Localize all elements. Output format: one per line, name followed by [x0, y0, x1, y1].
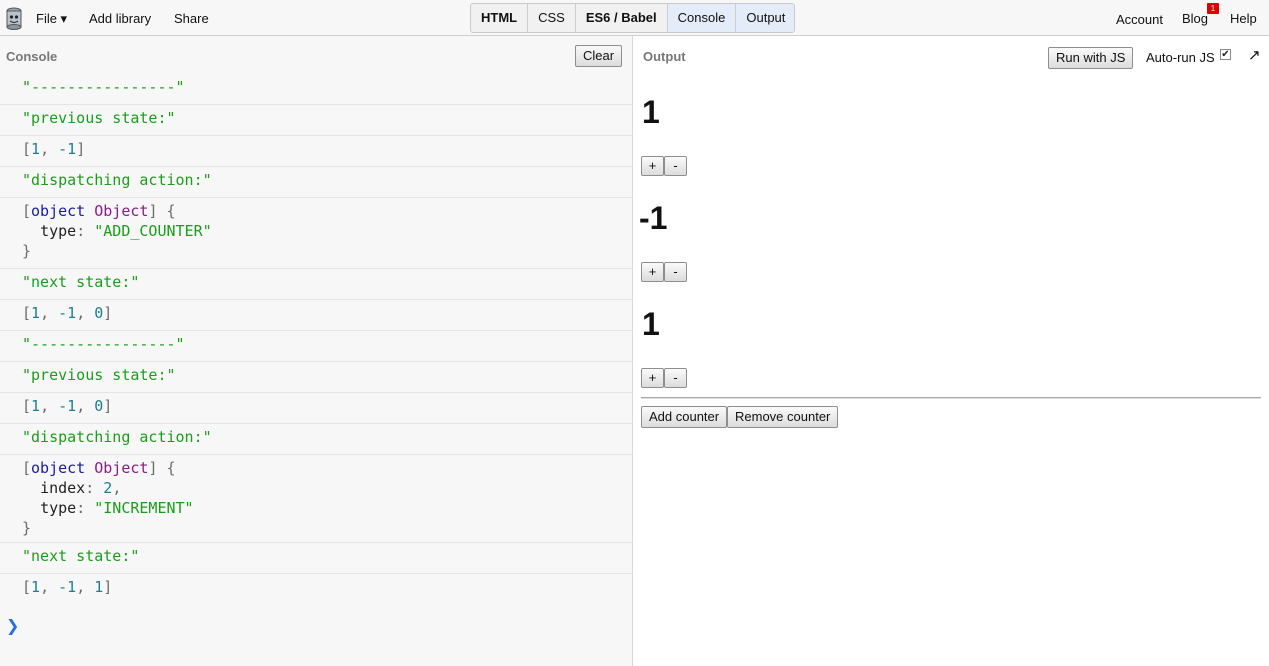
log-array-value: 1 [31, 140, 41, 158]
log-object-value: 2 [103, 479, 113, 497]
tab-es6-babel[interactable]: ES6 / Babel [576, 4, 668, 32]
top-bar: File ▾ Add library Share HTML CSS ES6 / … [0, 0, 1269, 36]
increment-button[interactable]: + [641, 368, 664, 388]
log-array-value: 1 [31, 578, 41, 596]
log-string: "dispatching action:" [22, 428, 212, 446]
console-panel-title: Console [6, 49, 58, 64]
run-with-js-button[interactable]: Run with JS [1048, 47, 1134, 69]
log-array-value: 0 [94, 304, 104, 322]
counter-value: -1 [639, 200, 668, 236]
log-array-value: -1 [58, 578, 77, 596]
log-object-value: "ADD_COUNTER" [94, 222, 212, 240]
blog-notification-badge: 1 [1207, 3, 1219, 14]
account-menu[interactable]: Account [1116, 12, 1163, 27]
log-array-value: 1 [31, 397, 41, 415]
tab-output[interactable]: Output [736, 4, 794, 32]
tab-html[interactable]: HTML [471, 4, 529, 32]
log-object-key: type [40, 499, 77, 517]
panel-tabs: HTML CSS ES6 / Babel Console Output [470, 3, 795, 33]
share-menu[interactable]: Share [174, 11, 209, 26]
console-log-object: [object Object] { index: 2, type: "INCRE… [0, 455, 633, 543]
console-log-entry: [1, -1, 1] [22, 578, 113, 596]
log-array-value: -1 [58, 397, 77, 415]
help-menu[interactable]: Help [1230, 11, 1257, 26]
console-log-entry: "previous state:" [0, 105, 633, 136]
console-log-entry: "dispatching action:" [0, 424, 633, 455]
log-string: "next state:" [22, 547, 140, 565]
console-log-entry: [1, -1] [0, 136, 633, 167]
console-log-object: [object Object] { type: "ADD_COUNTER" } [0, 198, 633, 269]
decrement-button[interactable]: - [664, 262, 687, 282]
log-string: "----------------" [22, 335, 185, 353]
tab-console[interactable]: Console [667, 4, 737, 32]
decrement-button[interactable]: - [664, 368, 687, 388]
console-log-entry: [1, -1, 0] [0, 300, 633, 331]
jsbin-logo-icon[interactable] [5, 6, 23, 30]
log-string: "----------------" [22, 78, 185, 96]
output-panel-title: Output [643, 49, 686, 64]
blog-menu[interactable]: Blog [1182, 11, 1208, 26]
log-string: "dispatching action:" [22, 171, 212, 189]
log-string: "previous state:" [22, 109, 176, 127]
log-object-key: type [40, 222, 77, 240]
console-panel: Console Clear "----------------" "previo… [0, 36, 633, 666]
auto-run-js-checkbox[interactable]: ✔ [1220, 49, 1231, 60]
horizontal-rule [641, 397, 1261, 399]
log-string: "next state:" [22, 273, 140, 291]
auto-run-js-label: Auto-run JS [1146, 50, 1215, 65]
add-counter-button[interactable]: Add counter [641, 406, 728, 428]
console-log-entry: [1, -1, 0] [0, 393, 633, 424]
counter-value: 1 [642, 306, 660, 342]
log-object-value: "INCREMENT" [94, 499, 194, 517]
log-array-value: 0 [94, 397, 104, 415]
file-menu[interactable]: File ▾ [36, 11, 67, 27]
counter-value: 1 [642, 94, 660, 130]
clear-console-button[interactable]: Clear [575, 45, 623, 67]
tab-css[interactable]: CSS [528, 4, 576, 32]
log-array-value: 1 [94, 578, 104, 596]
output-panel: Output Run with JS Auto-run JS ✔ ↗ 1 + -… [634, 36, 1269, 666]
console-log-entry: "next state:" [0, 543, 633, 574]
log-array-value: -1 [58, 140, 77, 158]
remove-counter-button[interactable]: Remove counter [727, 406, 839, 428]
add-library-menu[interactable]: Add library [89, 11, 151, 26]
log-object-key: index [40, 479, 86, 497]
log-array-value: 1 [31, 304, 41, 322]
increment-button[interactable]: + [641, 262, 664, 282]
decrement-button[interactable]: - [664, 156, 687, 176]
console-log-entry: "----------------" [0, 74, 633, 105]
increment-button[interactable]: + [641, 156, 664, 176]
console-log-entry: "dispatching action:" [0, 167, 633, 198]
popout-arrow-icon[interactable]: ↗ [1248, 46, 1261, 64]
log-string: "previous state:" [22, 366, 176, 384]
log-array-value: -1 [58, 304, 77, 322]
console-log-entry: "next state:" [0, 269, 633, 300]
console-prompt-icon[interactable]: ❯ [6, 616, 19, 636]
console-log-entry: "----------------" [0, 331, 633, 362]
console-log-entry: "previous state:" [0, 362, 633, 393]
